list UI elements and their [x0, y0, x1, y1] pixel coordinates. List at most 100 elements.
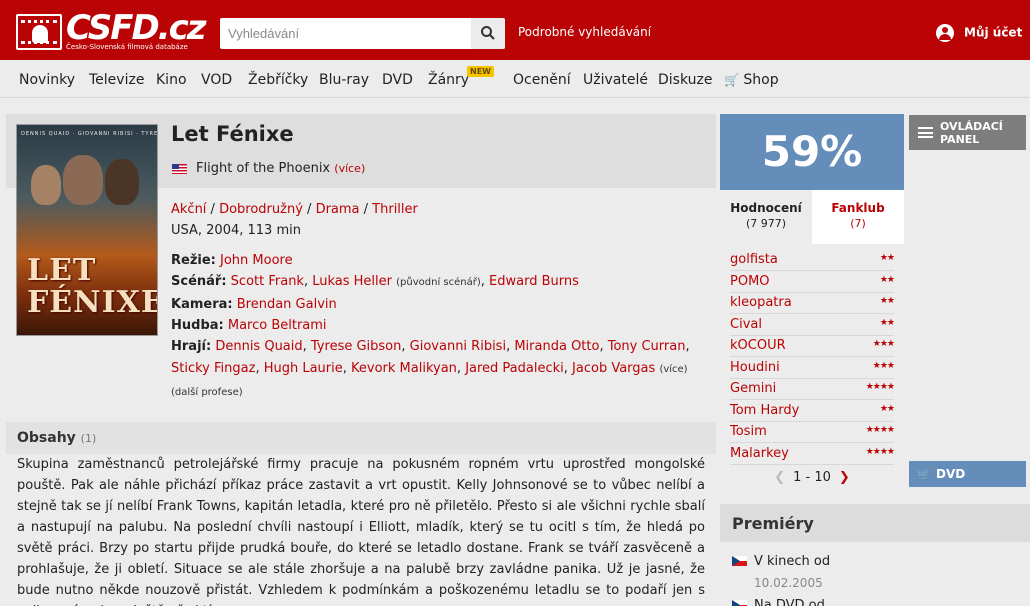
cz-flag-icon [732, 600, 747, 606]
genre-separator: / [359, 202, 373, 217]
nav-item-dvd[interactable]: DVD [382, 72, 413, 88]
genre-separator: / [302, 202, 316, 217]
nav-item-vod[interactable]: VOD [201, 72, 232, 88]
writer-link[interactable]: Lukas Heller [312, 274, 392, 289]
credit-role: Režie: [171, 253, 216, 268]
music-link[interactable]: Marco Beltrami [228, 318, 327, 333]
advanced-search-link[interactable]: Podrobné vyhledávání [518, 25, 651, 39]
search-button[interactable] [471, 18, 505, 49]
dvd-shop-button[interactable]: 🛒 DVD [909, 461, 1026, 487]
tab-ratings-label: Hodnocení [730, 201, 802, 215]
actor-link[interactable]: Dennis Quaid [215, 339, 302, 354]
search-box [220, 18, 505, 49]
genre-link[interactable]: Drama [316, 202, 360, 217]
rating-pager: ❮ 1 - 10 ❯ [720, 470, 904, 485]
rating-user-link[interactable]: golfista [730, 252, 778, 267]
hamburger-icon [918, 127, 933, 138]
film-genres: Akční / Dobrodružný / Drama / Thriller [171, 202, 418, 217]
rating-row: Houdini ★★★ [730, 358, 895, 379]
original-title-more-link[interactable]: (více) [334, 162, 365, 175]
credit-cast-line2: Sticky Fingaz, Hugh Laurie, Kevork Malik… [171, 361, 688, 376]
actor-link[interactable]: Jacob Vargas [572, 361, 655, 376]
rating-user-link[interactable]: Tom Hardy [730, 403, 799, 418]
account-label: Můj účet [964, 25, 1023, 40]
tab-fanclub[interactable]: Fanklub (7) [812, 190, 904, 244]
rating-row: kOCOUR ★★★ [730, 336, 895, 357]
premieres-box: Premiéry V kinech od 10.02.2005 Na DVD o… [720, 504, 1030, 606]
nav-item-kino[interactable]: Kino [156, 72, 187, 88]
pager-range: 1 - 10 [793, 470, 831, 485]
nav-item-uzivatele[interactable]: Uživatelé [583, 72, 648, 88]
credit-music: Hudba: Marco Beltrami [171, 318, 327, 333]
rating-stars-icon: ★★ [879, 296, 895, 306]
actor-link[interactable]: Miranda Otto [514, 339, 599, 354]
control-panel-label-1: OVLÁDACÍ [940, 120, 1003, 133]
nav-item-diskuze[interactable]: Diskuze [658, 72, 712, 88]
genre-link[interactable]: Thriller [372, 202, 418, 217]
new-badge: NEW [467, 66, 494, 77]
actor-link[interactable]: Jared Padalecki [465, 361, 564, 376]
dvd-shop-label: DVD [936, 467, 966, 481]
us-flag-icon [172, 164, 187, 174]
rating-user-link[interactable]: Cival [730, 317, 762, 332]
credit-camera: Kamera: Brendan Galvin [171, 297, 337, 312]
nav-item-zanry[interactable]: Žánry [428, 72, 469, 88]
genre-link[interactable]: Dobrodružný [219, 202, 303, 217]
rating-user-link[interactable]: Tosim [730, 424, 767, 439]
actor-link[interactable]: Tony Curran [608, 339, 686, 354]
nav-item-bluray[interactable]: Blu-ray [319, 72, 369, 88]
genre-link[interactable]: Akční [171, 202, 206, 217]
premieres-header: Premiéry [720, 504, 1030, 542]
pager-next-icon[interactable]: ❯ [839, 470, 850, 485]
director-link[interactable]: John Moore [220, 253, 293, 268]
camera-link[interactable]: Brendan Galvin [237, 297, 337, 312]
nav-item-novinky[interactable]: Novinky [19, 72, 75, 88]
rating-stars-icon: ★★ [879, 317, 895, 328]
tab-ratings-count: (7 977) [745, 217, 787, 230]
writer-link[interactable]: Edward Burns [489, 274, 579, 289]
actor-link[interactable]: Giovanni Ribisi [410, 339, 506, 354]
rating-user-link[interactable]: kOCOUR [730, 338, 786, 353]
cast-more-link[interactable]: (více) [659, 364, 687, 375]
nav-item-televize[interactable]: Televize [89, 72, 144, 88]
original-title: Flight of the Phoenix (více) [196, 161, 365, 176]
rating-stars-icon: ★★ [879, 253, 895, 263]
rating-user-link[interactable]: Gemini [730, 381, 776, 396]
rating-user-link[interactable]: kleopatra [730, 295, 792, 310]
writer-link[interactable]: Scott Frank [231, 274, 304, 289]
rating-user-link[interactable]: Malarkey [730, 446, 789, 461]
film-poster[interactable]: DENNIS QUAID · GIOVANNI RIBISI · TYRESE … [16, 124, 158, 336]
rating-row: Tosim ★★★★ [730, 422, 895, 443]
credit-role: Hrají: [171, 339, 212, 354]
actor-link[interactable]: Sticky Fingaz [171, 361, 255, 376]
rating-user-link[interactable]: POMO [730, 274, 770, 289]
csfd-logo[interactable]: CSFD.cz Česko-Slovenská filmová databáze [16, 8, 207, 52]
actor-link[interactable]: Kevork Malikyan [351, 361, 457, 376]
account-button[interactable]: Můj účet [936, 24, 1022, 42]
film-logo-icon [16, 14, 62, 50]
film-info-box: DENNIS QUAID · GIOVANNI RIBISI · TYRESE … [6, 114, 716, 414]
rating-user-link[interactable]: Houdini [730, 360, 780, 375]
nav-shop-label: Shop [743, 72, 779, 88]
nav-item-shop[interactable]: 🛒 Shop [724, 72, 779, 88]
film-title: Let Fénixe [171, 122, 294, 146]
logo-text: CSFD.cz [66, 8, 207, 48]
credit-cast: Hrají: Dennis Quaid, Tyrese Gibson, Giov… [171, 339, 690, 354]
tab-ratings[interactable]: Hodnocení (7 977) [720, 190, 812, 244]
rating-percent: 59% [720, 114, 904, 190]
pager-prev-icon[interactable]: ❮ [774, 470, 785, 485]
nav-item-zebricky[interactable]: Žebříčky [248, 72, 308, 88]
poster-faces [27, 151, 149, 211]
nav-item-oceneni[interactable]: Ocenění [513, 72, 571, 88]
more-professions-link[interactable]: (další profese) [171, 387, 243, 398]
search-input[interactable] [220, 18, 471, 49]
rating-stars-icon: ★★★★ [865, 382, 895, 392]
plot-count: (1) [80, 432, 97, 445]
control-panel-button[interactable]: OVLÁDACÍ PANEL [909, 115, 1026, 150]
actor-link[interactable]: Hugh Laurie [264, 361, 343, 376]
main-nav: Novinky Televize Kino VOD Žebříčky Blu-r… [0, 60, 1030, 98]
control-panel-label-2: PANEL [940, 133, 980, 146]
writer-note: (původní scénář) [396, 277, 481, 288]
actor-link[interactable]: Tyrese Gibson [311, 339, 401, 354]
rating-stars-icon: ★★ [879, 403, 895, 414]
